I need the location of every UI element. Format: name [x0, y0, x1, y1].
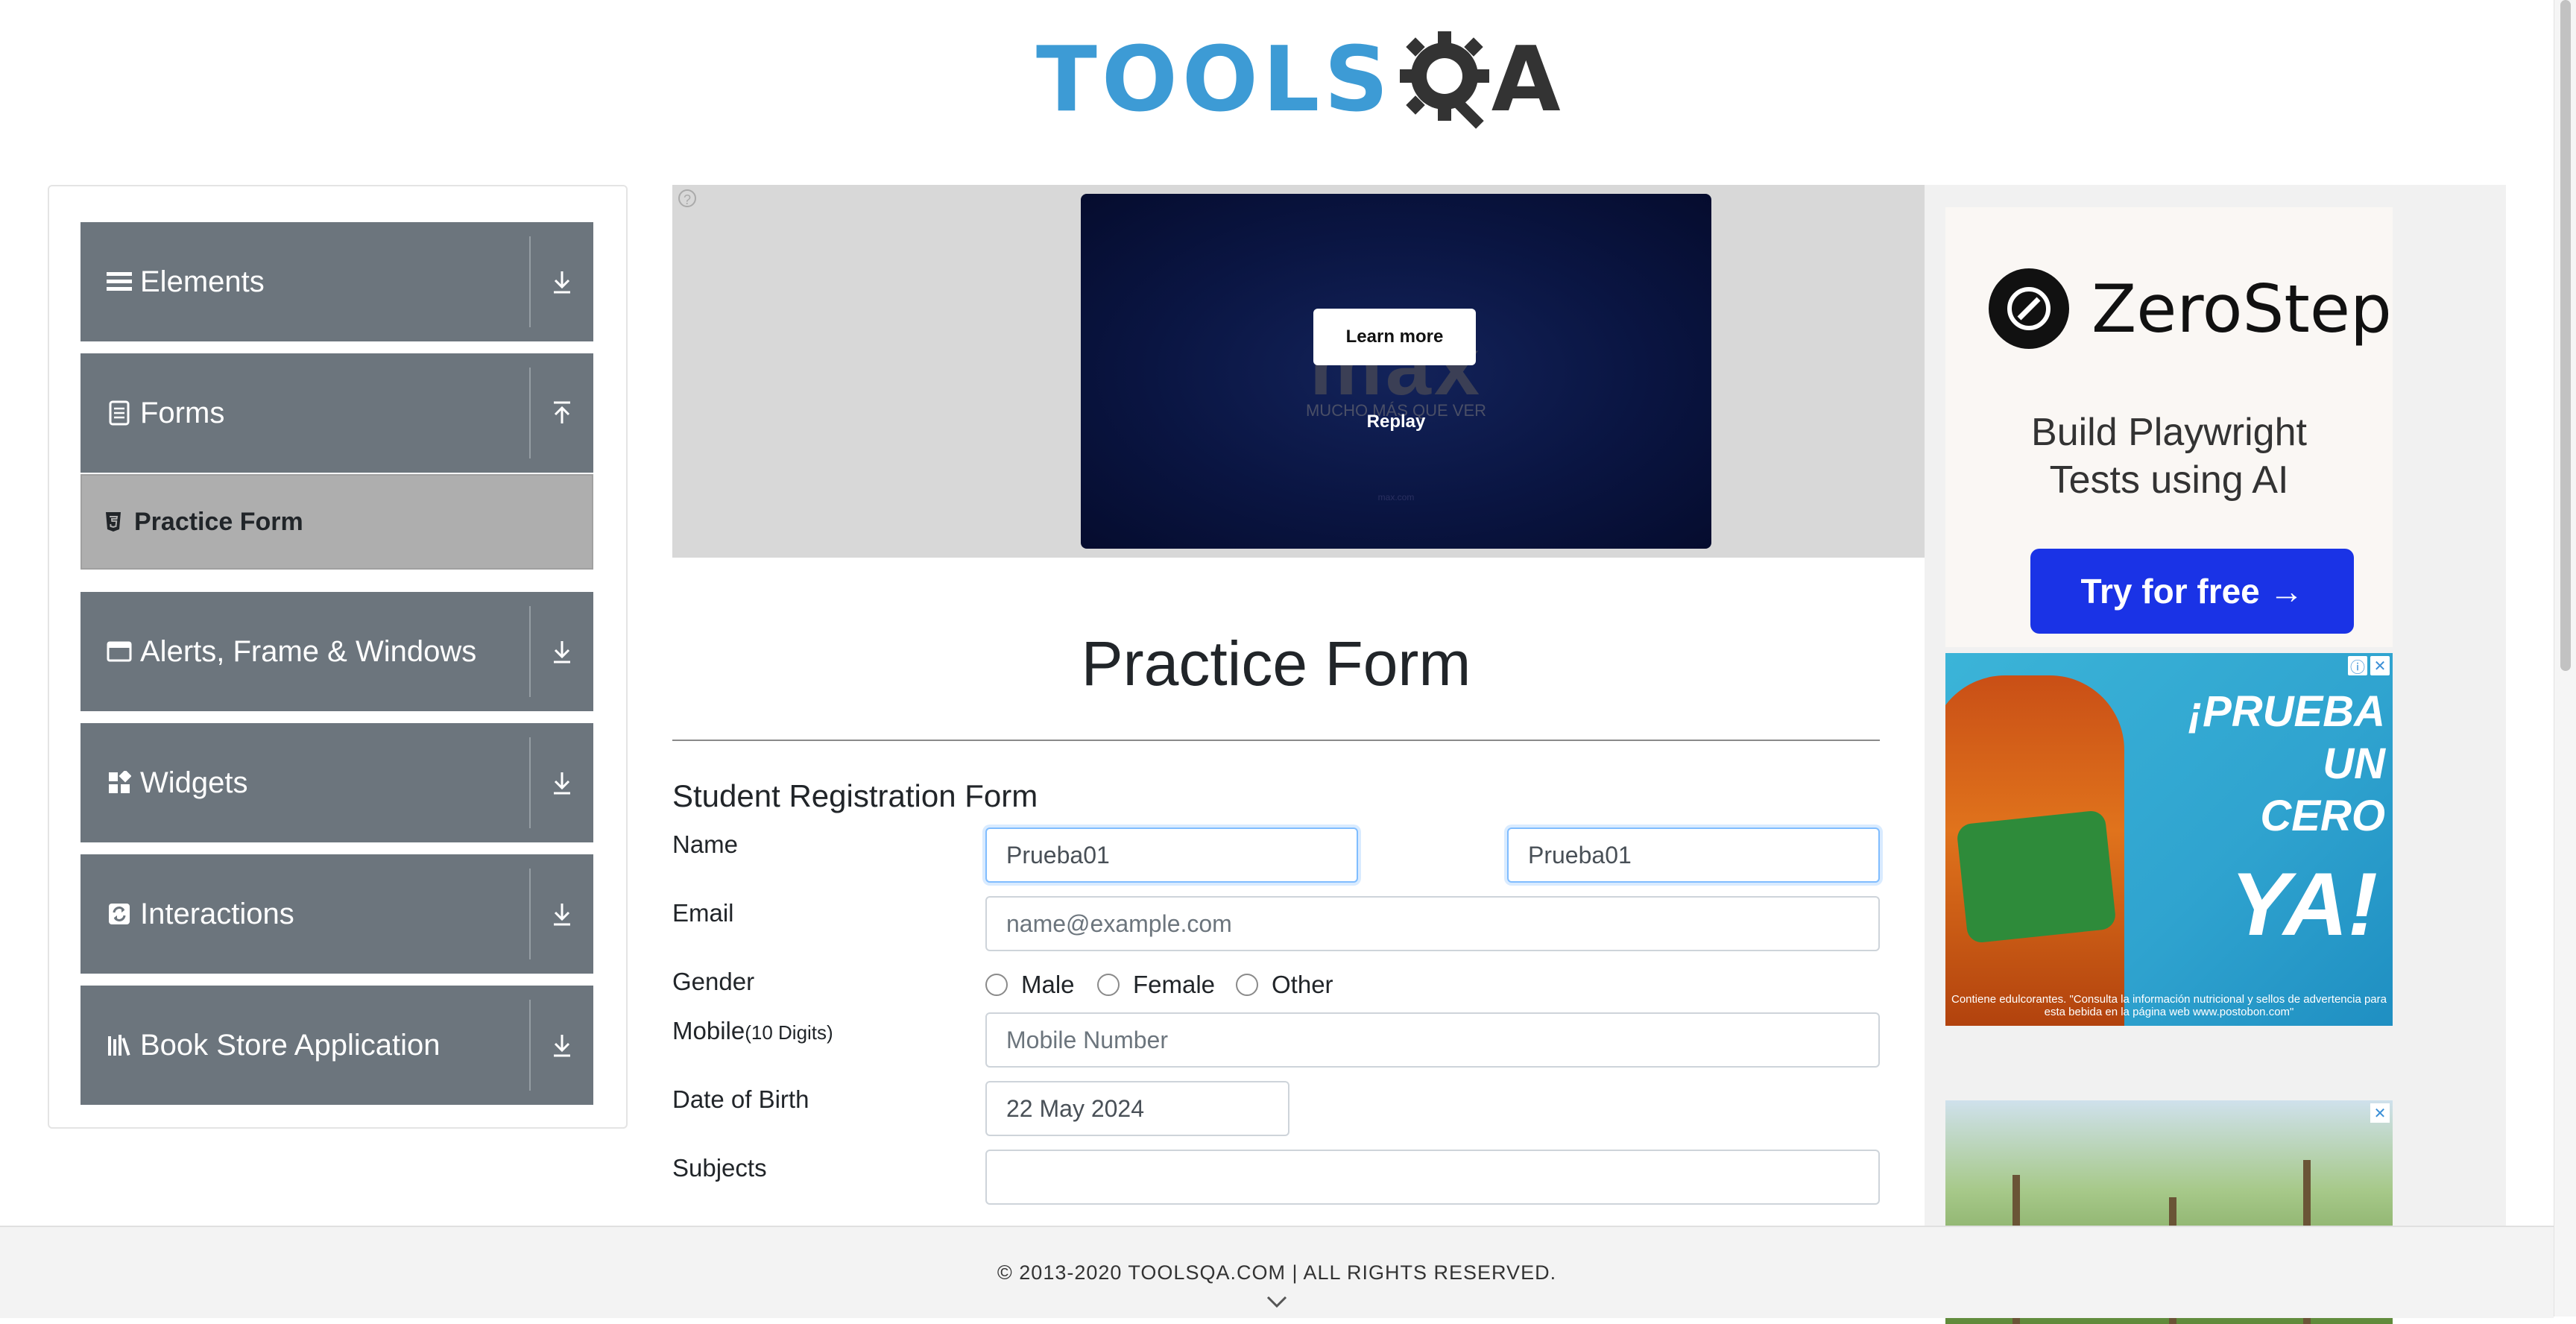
html5-icon	[104, 511, 124, 533]
logo-text-tools: TOOLS	[1036, 28, 1393, 132]
expand-arrow-icon[interactable]	[531, 1032, 593, 1059]
name-label: Name	[672, 830, 739, 858]
expand-arrow-icon[interactable]	[531, 901, 593, 927]
group-elements[interactable]: Elements	[80, 222, 593, 341]
gear-magnifier-icon	[1399, 31, 1489, 129]
mobile-input[interactable]	[985, 1012, 1880, 1068]
email-label: Email	[672, 899, 734, 927]
radio-label: Female	[1133, 971, 1216, 998]
gender-radio-female[interactable]: Female	[1097, 971, 1215, 999]
gender-radio-male[interactable]: Male	[985, 971, 1075, 999]
gender-radio-other[interactable]: Other	[1236, 971, 1333, 999]
radio-label: Male	[1021, 971, 1075, 998]
mobile-hint: (10 Digits)	[745, 1021, 833, 1044]
tea-big-text: YA!	[2230, 854, 2378, 954]
group-alerts-frame-windows[interactable]: Alerts, Frame & Windows	[80, 592, 593, 711]
window-icon	[106, 638, 133, 665]
toolsqa-logo[interactable]: TOOLS A	[1036, 21, 1561, 140]
group-label: Alerts, Frame & Windows	[140, 634, 477, 668]
date-of-birth-input[interactable]	[985, 1081, 1289, 1136]
expand-arrow-icon[interactable]	[531, 769, 593, 796]
right-ad-column: ZeroStep Build Playwright Tests using AI…	[1925, 185, 2506, 1324]
first-name-input[interactable]	[985, 828, 1358, 883]
ad-banner[interactable]: ? max MUCHO MÁS QUE VER Learn more Repla…	[672, 185, 1925, 558]
mobile-label-text: Mobile	[672, 1017, 745, 1044]
collapse-arrow-icon[interactable]	[531, 400, 593, 426]
radio-circle[interactable]	[1236, 974, 1258, 996]
interactions-icon	[106, 901, 133, 927]
title-divider	[672, 740, 1880, 741]
radio-label: Other	[1272, 971, 1333, 998]
form-title: Student Registration Form	[672, 778, 1038, 813]
menu-item-label: Practice Form	[134, 507, 303, 536]
group-label: Forms	[140, 396, 225, 429]
subjects-input[interactable]	[985, 1150, 1880, 1205]
replay-button[interactable]: Replay	[1081, 412, 1711, 432]
footer: © 2013-2020 TOOLSQA.COM | ALL RIGHTS RES…	[0, 1226, 2554, 1318]
group-interactions[interactable]: Interactions	[80, 854, 593, 974]
footer-copyright: © 2013-2020 TOOLSQA.COM | ALL RIGHTS RES…	[997, 1261, 1557, 1284]
try-for-free-button[interactable]: Try for free →	[2030, 549, 2354, 634]
zerostep-tagline-line-1: Build Playwright	[2031, 411, 2307, 454]
email-input[interactable]	[985, 896, 1880, 951]
zerostep-name: ZeroStep	[2092, 270, 2392, 347]
expand-arrow-icon[interactable]	[531, 638, 593, 665]
zerostep-tagline: Build Playwright Tests using AI	[1945, 409, 2393, 504]
group-label: Book Store Application	[140, 1028, 441, 1062]
tea-headline-line-2: CERO	[2260, 792, 2385, 840]
group-forms[interactable]: Forms	[80, 353, 593, 473]
group-label: Widgets	[140, 766, 248, 799]
mobile-label: Mobile(10 Digits)	[672, 1017, 833, 1045]
group-label: Elements	[140, 265, 265, 298]
learn-more-button[interactable]: Learn more	[1313, 309, 1476, 365]
logo-text-a: A	[1491, 28, 1561, 132]
group-label: Interactions	[140, 897, 294, 930]
books-icon	[106, 1032, 133, 1059]
widgets-icon	[106, 769, 133, 796]
left-panel-menu: Elements Forms Practice Form Alerts, Fra…	[48, 185, 628, 1129]
hamburger-icon	[106, 268, 133, 295]
last-name-input[interactable]	[1507, 828, 1880, 883]
radio-circle[interactable]	[1097, 974, 1120, 996]
zerostep-brand: ZeroStep	[1989, 268, 2392, 349]
bottle-label-image	[1956, 809, 2117, 945]
subjects-label: Subjects	[672, 1154, 767, 1182]
tea-disclaimer: Contiene edulcorantes. "Consulta la info…	[1951, 993, 2387, 1018]
tea-headline: ¡PRUEBA UN CERO	[2147, 686, 2385, 842]
ad-fine-print: max.com	[1377, 492, 1415, 502]
close-ad-icon[interactable]: ✕	[2370, 656, 2390, 675]
ad-info-icon[interactable]: ⓘ	[2348, 656, 2367, 676]
radio-circle[interactable]	[985, 974, 1008, 996]
page-scrollbar[interactable]	[2554, 0, 2576, 1317]
ad-info-icon[interactable]: ?	[678, 189, 696, 207]
scrollbar-thumb[interactable]	[2560, 0, 2571, 671]
gender-label: Gender	[672, 968, 755, 995]
zerostep-tagline-line-2: Tests using AI	[2049, 458, 2289, 502]
tea-headline-line-1: ¡PRUEBA UN	[2188, 687, 2385, 788]
zerostep-logo-icon	[1989, 268, 2069, 349]
menu-item-practice-form[interactable]: Practice Form	[80, 474, 593, 570]
zerostep-ad[interactable]: ZeroStep Build Playwright Tests using AI…	[1945, 207, 2393, 647]
ad-video[interactable]: max MUCHO MÁS QUE VER Learn more Replay …	[1081, 194, 1711, 549]
ad-choices[interactable]: ⓘ ✕	[2348, 656, 2390, 676]
group-widgets[interactable]: Widgets	[80, 723, 593, 842]
close-ad-icon[interactable]: ✕	[2370, 1103, 2390, 1123]
expand-arrow-icon[interactable]	[531, 268, 593, 295]
tea-ad[interactable]: ¡PRUEBA UN CERO YA! Contiene edulcorante…	[1945, 653, 2393, 1026]
document-icon	[106, 400, 133, 426]
group-book-store[interactable]: Book Store Application	[80, 986, 593, 1105]
page-title: Practice Form	[1081, 628, 1471, 699]
dob-label: Date of Birth	[672, 1085, 809, 1113]
chevron-down-icon[interactable]	[1266, 1294, 1288, 1309]
